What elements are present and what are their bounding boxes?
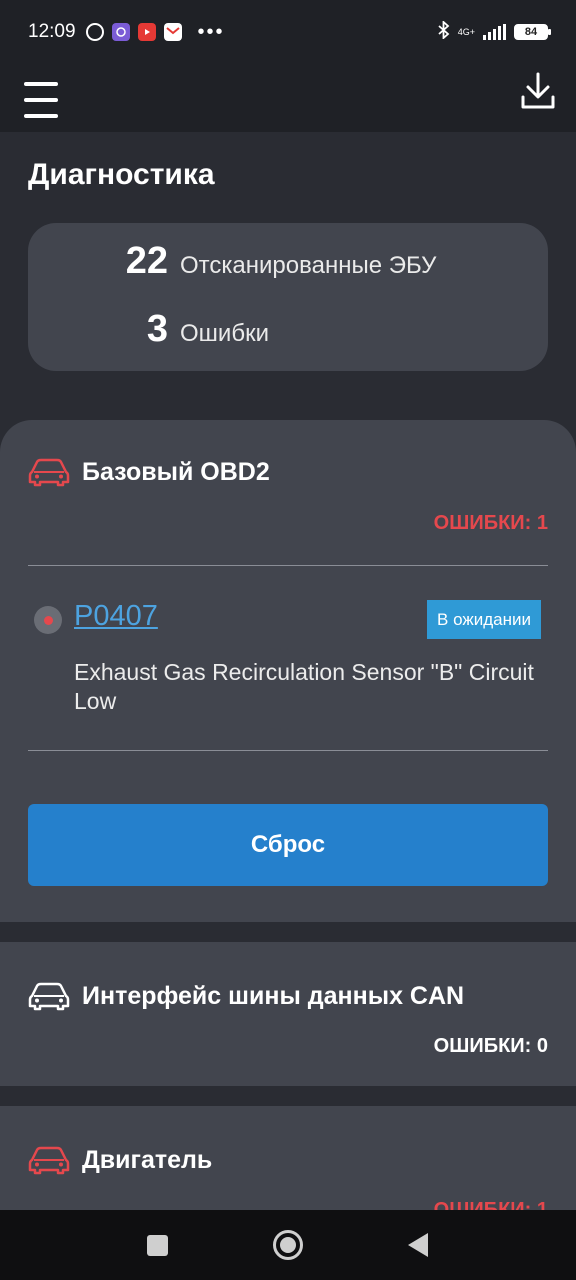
battery-level: 84 [524, 26, 538, 38]
dtc-status-badge: В ожидании [427, 600, 541, 639]
signal-icon [483, 24, 506, 40]
section-header[interactable]: Двигатель [28, 1144, 212, 1176]
errors-label: Ошибки [180, 320, 269, 347]
back-button[interactable] [408, 1233, 428, 1257]
notification-icons: ••• [85, 20, 225, 44]
section-engine: Двигатель ОШИБКИ: 1 [0, 1106, 576, 1221]
more-notifications-icon: ••• [197, 20, 225, 43]
section-header[interactable]: Интерфейс шины данных CAN [28, 980, 464, 1012]
section-can-bus: Интерфейс шины данных CAN ОШИБКИ: 0 [0, 942, 576, 1086]
section-title: Интерфейс шины данных CAN [82, 981, 465, 1010]
summary-card: 22 Отсканированные ЭБУ 3 Ошибки [28, 223, 548, 371]
reset-button[interactable]: Сброс [28, 804, 548, 886]
dtc-status-indicator [34, 606, 62, 634]
recents-button[interactable] [147, 1235, 168, 1256]
status-bar: 12:09 ••• 4G+ 84 [0, 0, 576, 64]
section-error-count: ОШИБКИ: 0 [433, 1035, 548, 1057]
system-nav-bar [0, 1210, 576, 1280]
menu-icon[interactable] [24, 74, 60, 118]
errors-count: 3 [146, 308, 168, 350]
errors-row: 3 Ошибки [28, 308, 548, 351]
dtc-description: Exhaust Gas Recirculation Sensor "B" Cir… [74, 659, 534, 714]
section-error-count: ОШИБКИ: 1 [433, 512, 548, 534]
bluetooth-icon [438, 19, 450, 44]
car-icon [28, 1146, 70, 1175]
system-icons: 4G+ 84 [438, 19, 551, 44]
scanned-ecu-label: Отсканированные ЭБУ [180, 252, 437, 279]
page-title: Диагностика [28, 158, 215, 191]
youtube-icon [137, 23, 156, 41]
divider [28, 750, 548, 751]
divider [28, 565, 548, 566]
viber-icon [111, 23, 130, 41]
dtc-code-link[interactable]: P0407 [74, 600, 158, 633]
status-time: 12:09 [28, 21, 76, 42]
car-icon [28, 458, 70, 487]
section-header[interactable]: Базовый OBD2 [28, 456, 270, 488]
gmail-icon [163, 23, 182, 41]
section-basic-obd2: Базовый OBD2 ОШИБКИ: 1 P0407 В ожидании … [0, 420, 576, 922]
section-title: Двигатель [82, 1145, 213, 1174]
home-button[interactable] [273, 1230, 303, 1260]
car-icon [28, 982, 70, 1011]
scanned-ecu-count: 22 [125, 240, 168, 282]
app-bar [0, 64, 576, 132]
scanned-ecu-row: 22 Отсканированные ЭБУ [28, 240, 548, 283]
download-icon[interactable] [520, 70, 556, 110]
battery-icon: 84 [514, 24, 551, 40]
network-type: 4G+ [457, 26, 475, 37]
alarm-icon [85, 23, 104, 41]
section-title: Базовый OBD2 [82, 457, 270, 486]
